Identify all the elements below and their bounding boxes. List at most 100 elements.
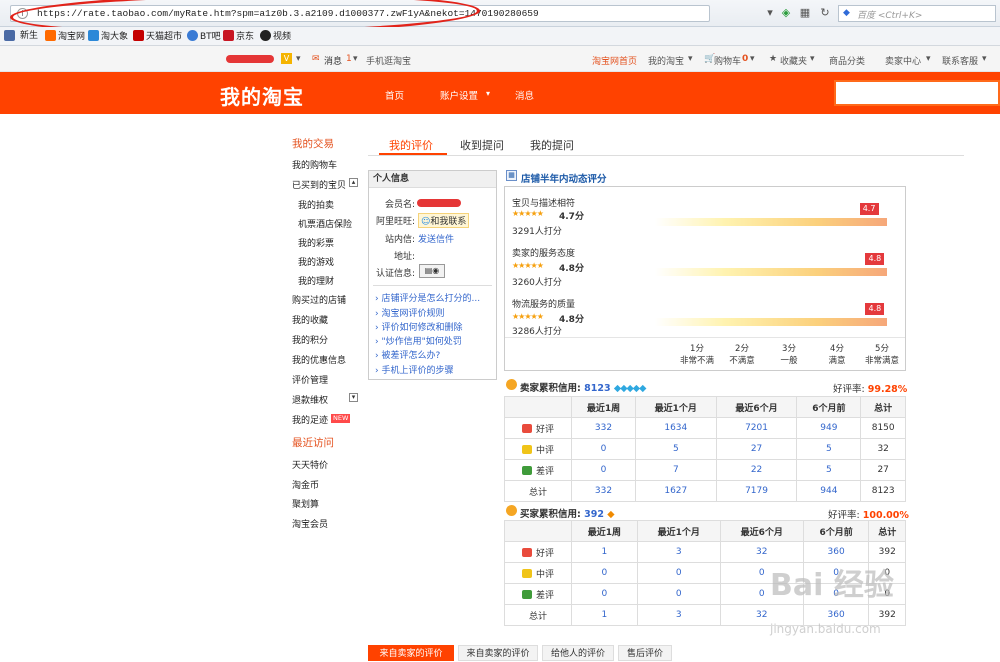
- info-icon[interactable]: i: [17, 8, 28, 19]
- refresh-icon[interactable]: ↻: [817, 5, 833, 21]
- service-link[interactable]: 联系客服: [942, 54, 978, 67]
- sidebar-item[interactable]: 天天特价: [292, 458, 328, 471]
- send-mail-link[interactable]: 发送信件: [418, 232, 454, 245]
- categories-link[interactable]: 商品分类: [829, 54, 865, 67]
- faq-link[interactable]: › 被差评怎么办?: [375, 348, 440, 361]
- sidebar-item[interactable]: 购买过的店铺: [292, 293, 346, 306]
- table-cell[interactable]: 3: [636, 541, 721, 563]
- dropdown-icon[interactable]: ▾: [762, 5, 778, 21]
- sidebar-item[interactable]: 淘宝会员: [292, 517, 328, 530]
- table-cell[interactable]: 7179: [715, 480, 798, 502]
- table-cell[interactable]: 1634: [634, 417, 717, 439]
- table-cell[interactable]: 7: [634, 459, 717, 481]
- chevron-down-icon[interactable]: ▾: [750, 54, 755, 64]
- chevron-down-icon[interactable]: ▾: [810, 54, 815, 64]
- tab-my-questions[interactable]: 我的提问: [530, 137, 574, 153]
- collapse-icon[interactable]: ▴: [349, 178, 358, 187]
- sidebar-subitem[interactable]: 机票酒店保险: [298, 217, 352, 230]
- nav-messages[interactable]: 消息: [515, 88, 534, 102]
- table-cell[interactable]: 5: [796, 459, 862, 481]
- faq-link[interactable]: › 店铺评分是怎么打分的...: [375, 291, 480, 304]
- chevron-down-icon[interactable]: ▾: [926, 54, 931, 64]
- table-cell[interactable]: 7201: [715, 417, 798, 439]
- neutral-rating-icon: [521, 568, 532, 578]
- sidebar-subitem[interactable]: 我的拍卖: [298, 198, 334, 211]
- bookmark-item[interactable]: 淘宝网: [45, 30, 85, 43]
- browser-search-input[interactable]: ◆ 百度 <Ctrl+K>: [838, 5, 996, 22]
- table-cell[interactable]: 944: [796, 480, 862, 502]
- table-cell[interactable]: 332: [571, 480, 636, 502]
- faq-link[interactable]: › 手机上评价的步骤: [375, 363, 453, 376]
- expand-icon[interactable]: ▾: [349, 393, 358, 402]
- bookmark-item[interactable]: 天猫超市: [133, 30, 182, 43]
- shield-icon[interactable]: ◈: [778, 5, 794, 21]
- table-cell[interactable]: 0: [571, 583, 638, 605]
- sidebar-subitem[interactable]: 我的理财: [298, 274, 334, 287]
- my-taobao-link[interactable]: 我的淘宝: [648, 54, 684, 67]
- bookmarks-menu-icon[interactable]: [4, 30, 17, 43]
- sidebar-item[interactable]: 聚划算: [292, 497, 319, 510]
- url-text[interactable]: https://rate.taobao.com/myRate.htm?spm=a…: [37, 8, 539, 19]
- table-cell[interactable]: 22: [715, 459, 798, 481]
- mobile-link[interactable]: 手机逛淘宝: [366, 54, 411, 67]
- faq-link[interactable]: › 淘宝网评价规则: [375, 306, 444, 319]
- chevron-down-icon[interactable]: ▾: [296, 54, 301, 64]
- sidebar-item[interactable]: 我的购物车: [292, 158, 337, 171]
- tab-from-seller-active[interactable]: 来自卖家的评价: [368, 645, 454, 661]
- axis-label: 4分 满意: [815, 343, 859, 367]
- table-cell[interactable]: 5: [634, 438, 717, 460]
- sidebar-subitem[interactable]: 我的彩票: [298, 236, 334, 249]
- sidebar-item[interactable]: 我的优惠信息: [292, 353, 346, 366]
- address-bar[interactable]: i https://rate.taobao.com/myRate.htm?spm…: [10, 5, 710, 22]
- table-cell[interactable]: 0: [571, 438, 636, 460]
- contact-button[interactable]: ☺和我联系: [418, 213, 470, 228]
- table-cell[interactable]: 5: [796, 438, 862, 460]
- messages-link[interactable]: 消息: [324, 54, 342, 67]
- table-cell[interactable]: 0: [636, 583, 721, 605]
- tab-from-seller[interactable]: 来自卖家的评价: [458, 645, 538, 661]
- bookmark-item[interactable]: 淘大象: [88, 30, 128, 43]
- home-link[interactable]: 淘宝网首页: [592, 54, 637, 67]
- tab-to-others[interactable]: 给他人的评价: [542, 645, 614, 661]
- table-cell[interactable]: 0: [571, 459, 636, 481]
- faq-link[interactable]: › "炒作信用"如何处罚: [375, 334, 462, 347]
- sidebar-item[interactable]: 已买到的宝贝: [292, 178, 346, 191]
- sidebar-item[interactable]: 我的积分: [292, 333, 328, 346]
- bookmark-item[interactable]: 新生: [20, 30, 38, 43]
- sidebar-item[interactable]: 淘金币: [292, 478, 319, 491]
- tab-received-questions[interactable]: 收到提问: [460, 137, 504, 153]
- sidebar-subitem[interactable]: 我的游戏: [298, 255, 334, 268]
- table-cell[interactable]: 27: [715, 438, 798, 460]
- bookmark-item[interactable]: 视频: [260, 30, 291, 43]
- chevron-down-icon[interactable]: ▾: [486, 89, 490, 98]
- certificate-icon[interactable]: ▤◉: [419, 264, 445, 278]
- table-cell[interactable]: 332: [571, 417, 636, 439]
- faq-link[interactable]: › 评价如何修改和删除: [375, 320, 462, 333]
- sidebar-item[interactable]: 我的足迹: [292, 413, 328, 426]
- nav-account-settings[interactable]: 账户设置: [440, 88, 478, 102]
- seller-center-link[interactable]: 卖家中心: [885, 54, 921, 67]
- nav-home[interactable]: 首页: [385, 88, 404, 102]
- tab-after-sale[interactable]: 售后评价: [618, 645, 672, 661]
- table-cell[interactable]: 1627: [634, 480, 717, 502]
- table-cell[interactable]: 1: [571, 541, 638, 563]
- table-cell[interactable]: 0: [636, 562, 721, 584]
- bookmark-item[interactable]: 京东: [223, 30, 254, 43]
- sidebar-item[interactable]: 退款维权: [292, 393, 328, 406]
- table-cell[interactable]: 949: [796, 417, 862, 439]
- chevron-down-icon[interactable]: ▾: [982, 54, 987, 64]
- chevron-down-icon[interactable]: ▾: [353, 54, 358, 64]
- sidebar-item[interactable]: 我的收藏: [292, 313, 328, 326]
- sidebar-item[interactable]: 评价管理: [292, 373, 328, 386]
- bookmark-item[interactable]: BT吧: [187, 30, 221, 43]
- table-cell[interactable]: 1: [571, 604, 638, 626]
- cart-link[interactable]: 购物车: [714, 54, 741, 67]
- tab-my-rate[interactable]: 我的评价: [389, 137, 433, 153]
- table-cell[interactable]: 0: [571, 562, 638, 584]
- qr-icon[interactable]: ▦: [797, 5, 813, 21]
- site-search-input[interactable]: [834, 80, 1000, 106]
- table-cell[interactable]: 3: [636, 604, 721, 626]
- favorites-link[interactable]: 收藏夹: [780, 54, 807, 67]
- logo[interactable]: 我的淘宝: [220, 81, 304, 110]
- chevron-down-icon[interactable]: ▾: [688, 54, 693, 64]
